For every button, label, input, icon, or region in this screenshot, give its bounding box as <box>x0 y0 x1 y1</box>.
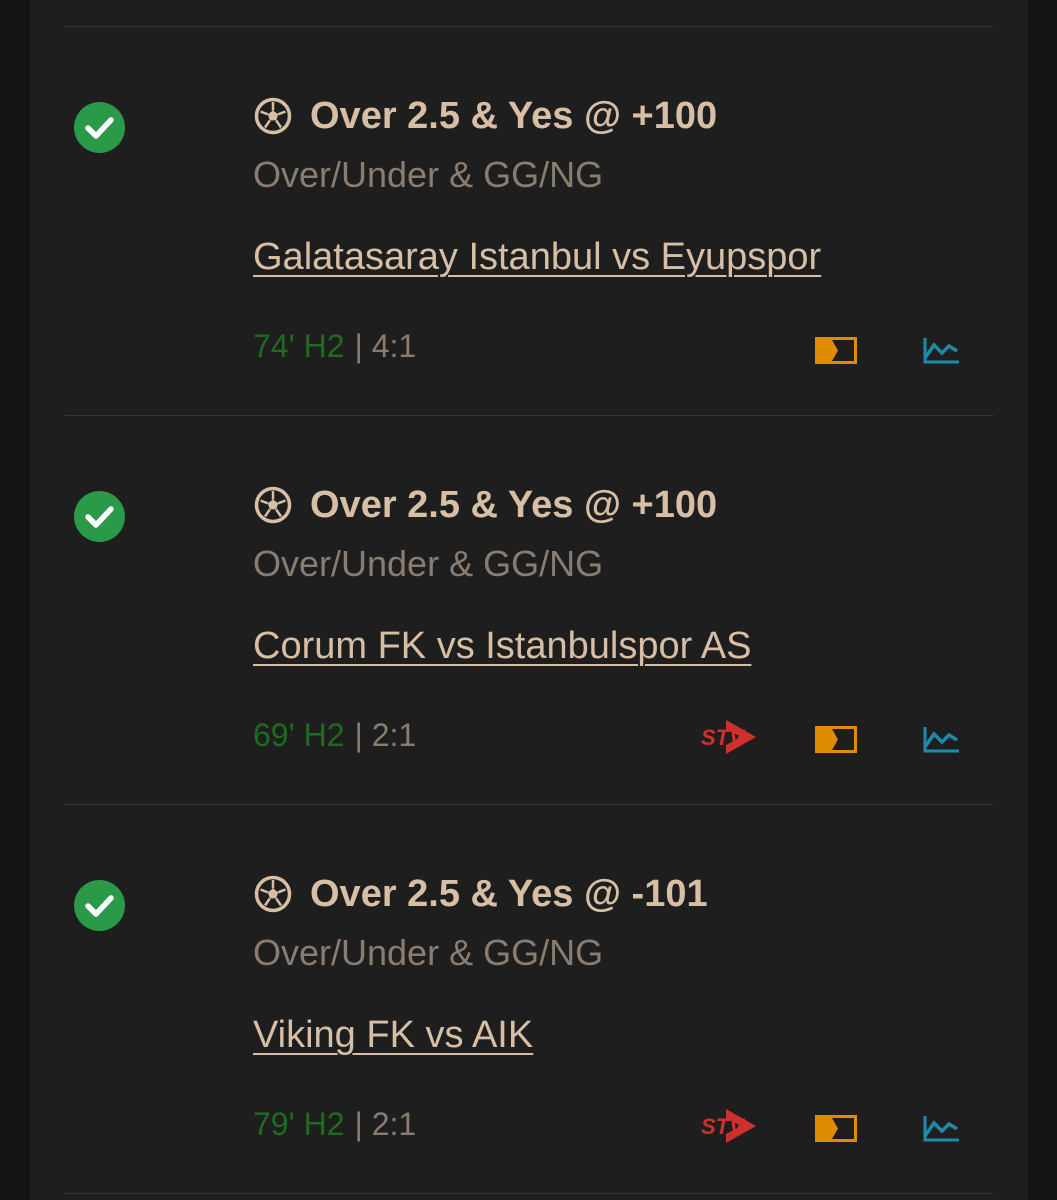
bet-selection: Over 2.5 & Yes @ +100 <box>310 483 718 526</box>
match-status: 69' H2 | 2:1 <box>253 717 416 754</box>
match-time: 74' H2 <box>253 328 345 364</box>
match-score: | 2:1 <box>354 717 417 753</box>
bet-selection: Over 2.5 & Yes @ +100 <box>310 94 718 137</box>
scoreboard-icon[interactable] <box>815 1115 857 1143</box>
bet-market: Over/Under & GG/NG <box>253 932 604 973</box>
check-circle-icon <box>74 491 125 542</box>
selection-row: Over 2.5 & Yes @ -101 <box>253 868 708 920</box>
bet-item: Over 2.5 & Yes @ +100 Over/Under & GG/NG… <box>0 26 1057 415</box>
match-score: | 4:1 <box>354 328 417 364</box>
divider <box>65 1193 994 1194</box>
stats-chart-icon[interactable] <box>921 335 961 365</box>
match-time: 69' H2 <box>253 717 345 753</box>
svg-text:STV: STV <box>701 1114 746 1139</box>
selection-row: Over 2.5 & Yes @ +100 <box>253 90 717 142</box>
selection-row: Over 2.5 & Yes @ +100 <box>253 479 717 531</box>
stv-icon[interactable]: STV <box>700 1105 760 1147</box>
match-link[interactable]: Corum FK vs Istanbulspor AS <box>253 625 751 668</box>
soccer-ball-icon <box>253 96 293 136</box>
check-circle-icon <box>74 102 125 153</box>
match-score: | 2:1 <box>354 1106 417 1142</box>
check-circle-icon <box>74 880 125 931</box>
stv-icon[interactable]: STV <box>700 716 760 758</box>
match-status: 74' H2 | 4:1 <box>253 328 416 365</box>
soccer-ball-icon <box>253 485 293 525</box>
soccer-ball-icon <box>253 874 293 914</box>
scoreboard-icon[interactable] <box>815 726 857 754</box>
bet-item: Over 2.5 & Yes @ +100 Over/Under & GG/NG… <box>0 415 1057 804</box>
bet-selection: Over 2.5 & Yes @ -101 <box>310 872 708 915</box>
stats-chart-icon[interactable] <box>921 724 961 754</box>
bet-item: Over 2.5 & Yes @ -101 Over/Under & GG/NG… <box>0 804 1057 1193</box>
bet-market: Over/Under & GG/NG <box>253 543 604 584</box>
match-status: 79' H2 | 2:1 <box>253 1106 416 1143</box>
match-time: 79' H2 <box>253 1106 345 1142</box>
match-link[interactable]: Galatasaray Istanbul vs Eyupspor <box>253 236 821 279</box>
match-link[interactable]: Viking FK vs AIK <box>253 1014 533 1057</box>
bet-market: Over/Under & GG/NG <box>253 154 604 195</box>
svg-text:STV: STV <box>701 725 746 750</box>
stats-chart-icon[interactable] <box>921 1113 961 1143</box>
scoreboard-icon[interactable] <box>815 337 857 365</box>
